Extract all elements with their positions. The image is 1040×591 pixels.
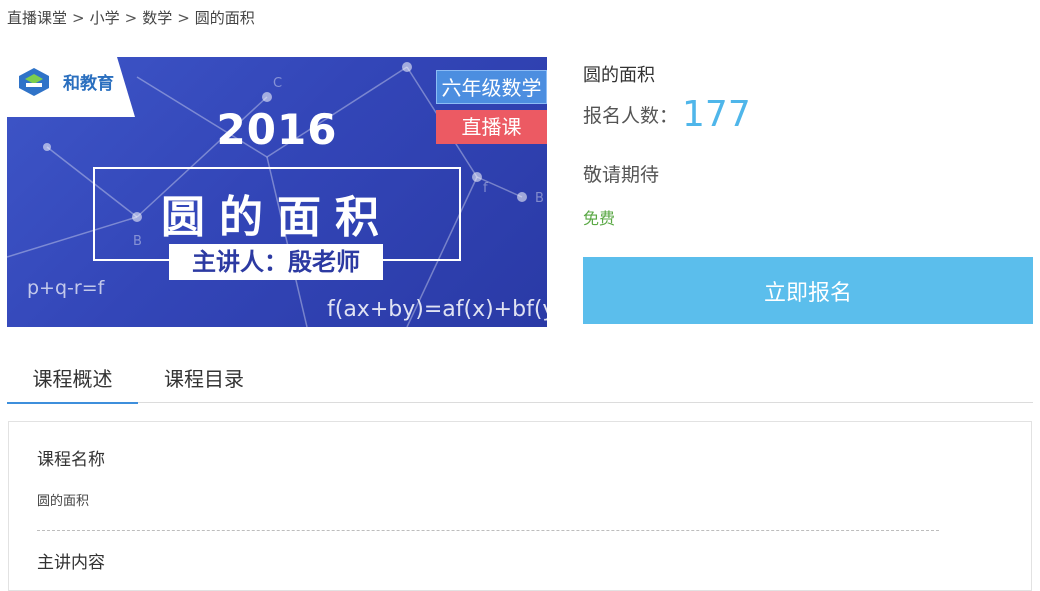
banner-title: 圆的面积 — [161, 192, 393, 243]
breadcrumb: 直播课堂 > 小学 > 数学 > 圆的面积 — [7, 7, 255, 28]
breadcrumb-item-math[interactable]: 数学 — [142, 9, 172, 27]
breadcrumb-item-primary-school[interactable]: 小学 — [90, 9, 120, 27]
svg-text:C: C — [273, 76, 282, 91]
enroll-count-value: 177 — [682, 94, 751, 135]
grade-tag: 六年级数学 — [436, 70, 547, 104]
banner-formula-left: p+q-r=f — [27, 277, 105, 299]
banner-year: 2016 — [216, 105, 338, 154]
section-divider — [37, 530, 939, 531]
course-name-value: 圆的面积 — [37, 494, 90, 509]
hejiaoyu-logo-icon — [19, 68, 49, 96]
course-status: 敬请期待 — [583, 164, 660, 186]
lecture-content-heading: 主讲内容 — [37, 553, 105, 573]
breadcrumb-separator: > — [177, 9, 190, 27]
course-name-heading: 课程名称 — [37, 450, 105, 470]
banner-speaker: 主讲人：殷老师 — [169, 244, 383, 280]
breadcrumb-separator: > — [124, 9, 138, 27]
breadcrumb-item-current: 圆的面积 — [194, 9, 255, 27]
course-banner: C B B f 和教育 六年级数学 直播课 2016 圆的面积 主讲人：殷老师 … — [7, 57, 547, 327]
logo-text: 和教育 — [63, 74, 114, 94]
course-price: 免费 — [583, 209, 616, 228]
banner-formula-right: f(ax+by)=af(x)+bf(y) — [327, 297, 547, 322]
enroll-count-row: 报名人数： 177 — [583, 94, 751, 138]
tab-course-overview[interactable]: 课程概述 — [7, 356, 138, 404]
breadcrumb-item-live-classroom[interactable]: 直播课堂 — [7, 9, 67, 27]
course-title: 圆的面积 — [583, 65, 655, 86]
tab-course-catalog[interactable]: 课程目录 — [138, 356, 270, 402]
breadcrumb-separator: > — [72, 9, 85, 27]
enroll-count-label: 报名人数： — [583, 105, 679, 127]
course-overview-panel: 课程名称 圆的面积 主讲内容 — [8, 421, 1032, 591]
enroll-now-button[interactable]: 立即报名 — [583, 257, 1033, 324]
course-tabs: 课程概述 课程目录 — [7, 356, 1033, 404]
